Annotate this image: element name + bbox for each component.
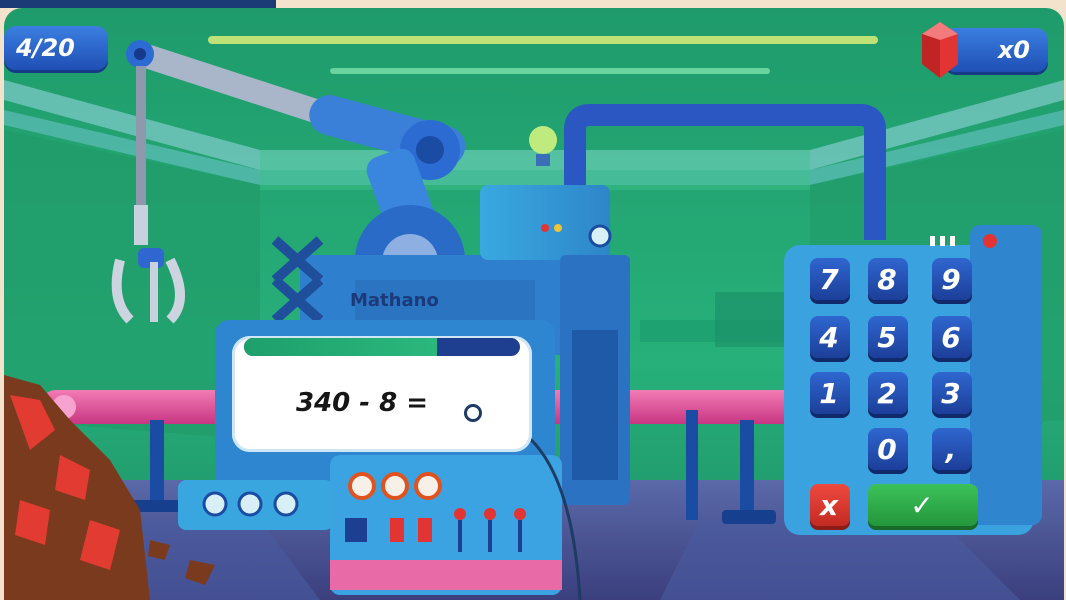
key-label: 7	[819, 262, 839, 296]
timer-bar	[244, 338, 520, 356]
key-label: 8	[877, 262, 897, 296]
equation-text: 340 - 8 =	[295, 388, 429, 418]
gem-count-text: x0	[997, 36, 1030, 64]
question-display: 340 - 8 =	[232, 336, 532, 452]
gem-counter: x0	[922, 22, 1048, 78]
key-label: ,	[945, 432, 957, 466]
key-label: 1	[819, 376, 839, 410]
timer-bar-fill	[244, 338, 438, 356]
question-progress-counter: 4/20	[4, 26, 108, 70]
clear-button[interactable]: x	[810, 484, 850, 526]
key-comma[interactable]: ,	[932, 428, 972, 470]
machine-brand-label: Mathano	[350, 290, 439, 311]
clear-icon: x	[819, 488, 839, 522]
key-0[interactable]: 0	[868, 428, 908, 470]
question-text: 340 - 8 =	[232, 388, 532, 418]
answer-cursor	[464, 404, 482, 422]
key-2[interactable]: 2	[868, 372, 908, 414]
key-5[interactable]: 5	[868, 316, 908, 358]
key-3[interactable]: 3	[932, 372, 972, 414]
key-label: 5	[877, 320, 897, 354]
game-stage: 4/20 x0 Mathano 340 - 8 = x ✓ 7 8 9 4 5 6 1 2 3 0…	[0, 0, 1066, 600]
key-4[interactable]: 4	[810, 316, 850, 358]
progress-text: 4/20	[16, 34, 75, 62]
checkmark-icon: ✓	[910, 488, 934, 522]
confirm-button[interactable]: ✓	[868, 484, 978, 526]
key-label: 9	[941, 262, 961, 296]
key-label: 2	[877, 376, 897, 410]
key-9[interactable]: 9	[932, 258, 972, 300]
ruby-gem-icon	[922, 22, 958, 78]
key-label: 6	[941, 320, 961, 354]
key-8[interactable]: 8	[868, 258, 908, 300]
key-6[interactable]: 6	[932, 316, 972, 358]
key-label: 0	[877, 432, 897, 466]
key-label: 4	[819, 320, 839, 354]
key-7[interactable]: 7	[810, 258, 850, 300]
key-label: 3	[941, 376, 961, 410]
key-1[interactable]: 1	[810, 372, 850, 414]
